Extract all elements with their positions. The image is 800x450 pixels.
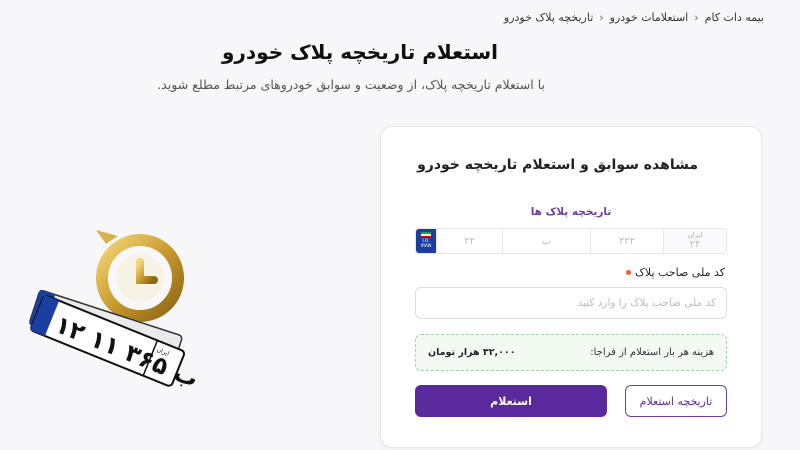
breadcrumb-item-home[interactable]: بیمه دات کام	[705, 11, 764, 24]
plate-letter-field[interactable]: ب	[502, 229, 590, 253]
required-indicator	[626, 270, 632, 275]
breadcrumb-item-car-inquiries[interactable]: استعلامات خودرو	[610, 11, 689, 24]
plate-history-illustration-graphic: ۱۲ ب ۳۶۵ ۱۱ ایران	[28, 230, 202, 393]
license-plate-input: I.R. IRAN ۲۲ ب ۲۲۲ ایران ۲۲	[415, 228, 727, 254]
plate-history-illustration: ۱۲ ب ۳۶۵ ۱۱ ایران	[18, 228, 218, 393]
plate-region-field[interactable]: ایران ۲۲	[663, 229, 726, 253]
cost-label: هزینه هر بار استعلام از فراجا:	[590, 347, 714, 358]
plate-region-placeholder: ۲۲	[689, 239, 701, 250]
breadcrumb: بیمه دات کام ‹ استعلامات خودرو ‹ تاریخچه…	[504, 11, 764, 24]
cost-value: ۳۲,۰۰۰ هزار تومان	[428, 347, 516, 358]
iran-flag-icon: I.R. IRAN	[416, 229, 436, 253]
plate-letter-placeholder: ب	[541, 235, 552, 247]
plate-part-3-field[interactable]: ۲۲۲	[590, 229, 663, 253]
card-title: مشاهده سوابق و استعلام تاریخچه خودرو	[417, 157, 698, 173]
inquiry-history-button[interactable]: تاریخچه استعلام	[625, 385, 727, 417]
page-title: استعلام تاریخچه پلاک خودرو	[221, 40, 499, 64]
submit-inquiry-button[interactable]: استعلام	[415, 385, 607, 417]
chevron-left-icon: ‹	[694, 11, 699, 24]
national-code-label-text: کد ملی صاحب پلاک	[635, 266, 725, 279]
national-code-label: کد ملی صاحب پلاک	[626, 266, 725, 279]
plate-region-label: ایران	[687, 231, 703, 239]
plate-part-1-placeholder: ۲۲	[464, 235, 475, 247]
page-subtitle: با استعلام تاریخچه پلاک، از وضعیت و سواب…	[157, 77, 545, 92]
inquiry-cost-box: هزینه هر بار استعلام از فراجا: ۳۲,۰۰۰ هز…	[415, 334, 727, 371]
plate-history-link[interactable]: تاریخچه پلاک ها	[381, 206, 761, 218]
national-code-input[interactable]	[415, 287, 727, 319]
plate-part-1-field[interactable]: ۲۲	[436, 229, 502, 253]
breadcrumb-item-current: تاریخچه پلاک خودرو	[503, 11, 594, 24]
chevron-left-icon: ‹	[599, 11, 604, 24]
inquiry-card: مشاهده سوابق و استعلام تاریخچه خودرو تار…	[380, 126, 762, 448]
plate-part-3-placeholder: ۲۲۲	[618, 235, 636, 247]
flag-text-iran: IRAN	[420, 244, 432, 250]
